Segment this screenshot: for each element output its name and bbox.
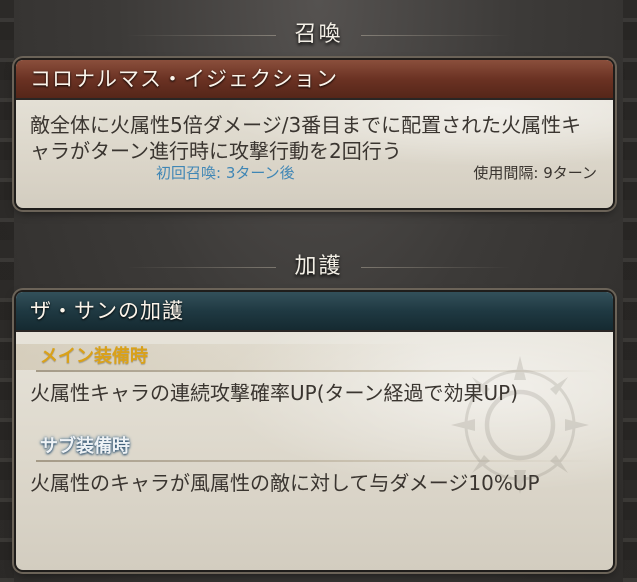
summon-meta-row: 初回召喚: 3ターン後 使用間隔: 9ターン bbox=[16, 160, 613, 186]
summon-detail-panel: 召喚 コロナルマス・イジェクション 敵全体に火属性5倍ダメージ/3番目までに配置… bbox=[0, 0, 637, 582]
summon-skill-name: コロナルマス・イジェクション bbox=[16, 60, 613, 100]
summon-section-title: 召喚 bbox=[294, 22, 343, 47]
header-divider-right bbox=[360, 266, 511, 268]
aura-card: ザ・サンの加護 メイン装備時 火属性キャラの連続攻撃確率UP(ターン経過で効果U… bbox=[16, 292, 613, 570]
sun-crest-watermark-icon bbox=[451, 356, 589, 494]
aura-section-header: 加護 bbox=[0, 248, 637, 280]
aura-section-title: 加護 bbox=[294, 254, 343, 279]
left-border-ornament bbox=[0, 0, 14, 582]
header-divider-left bbox=[126, 266, 277, 268]
right-border-ornament bbox=[623, 0, 637, 582]
aura-name: ザ・サンの加護 bbox=[16, 292, 613, 332]
summon-cooldown: 使用間隔: 9ターン bbox=[473, 164, 597, 182]
header-divider-right bbox=[360, 34, 511, 36]
summon-skill-description: 敵全体に火属性5倍ダメージ/3番目までに配置された火属性キャラがターン進行時に攻… bbox=[30, 113, 582, 163]
summon-skill-card: コロナルマス・イジェクション 敵全体に火属性5倍ダメージ/3番目までに配置された… bbox=[16, 60, 613, 208]
header-divider-left bbox=[126, 34, 277, 36]
summon-section-header: 召喚 bbox=[0, 16, 637, 48]
first-summon-turns: 初回召喚: 3ターン後 bbox=[156, 164, 295, 182]
